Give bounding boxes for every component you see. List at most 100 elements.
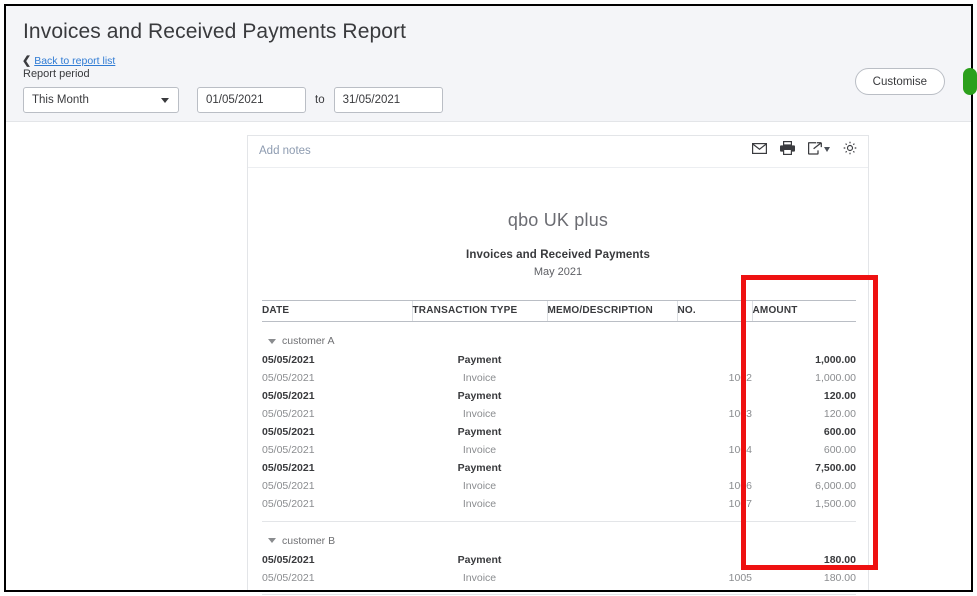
- cell-date: 05/05/2021: [262, 426, 315, 438]
- table-row[interactable]: 05/05/2021 Payment 1,000.00: [262, 351, 856, 369]
- cell-date: 05/05/2021: [262, 408, 315, 420]
- cell-date: 05/05/2021: [262, 390, 315, 402]
- date-range-to-label: to: [315, 94, 325, 106]
- cell-transaction-type: Invoice: [462, 498, 497, 510]
- customer-group-label: customer B: [282, 534, 336, 547]
- cell-memo-description: [547, 423, 677, 441]
- table-row[interactable]: 05/05/2021 Payment 120.00: [262, 387, 856, 405]
- cell-transaction-type: Payment: [457, 462, 502, 474]
- cell-transaction-type: Payment: [457, 390, 502, 402]
- cell-transaction-type: Payment: [457, 553, 502, 566]
- cell-memo-description: [547, 387, 677, 405]
- column-header-date[interactable]: DATE: [262, 300, 412, 322]
- cell-amount: 180.00: [823, 553, 856, 566]
- cell-no: [677, 459, 752, 477]
- cell-memo-description: [547, 441, 677, 459]
- group-separator-cell: [262, 586, 856, 595]
- cell-amount: 120.00: [823, 390, 856, 402]
- customer-group-label: customer A: [282, 335, 335, 347]
- cell-transaction-type: Invoice: [462, 480, 497, 492]
- column-header-memo-description[interactable]: MEMO/DESCRIPTION: [546, 300, 677, 322]
- cell-amount: 180.00: [823, 571, 856, 584]
- run-report-button-edge[interactable]: [963, 68, 977, 95]
- cell-transaction-type: Invoice: [462, 408, 497, 420]
- customer-group-row[interactable]: customer A: [262, 322, 856, 352]
- customer-group-cell: customer A: [262, 322, 856, 352]
- cell-no: 1003: [728, 408, 752, 420]
- report-table-body: customer A 05/05/2021 Payment 1,000.00 05/05…: [262, 322, 856, 595]
- report-date-range: May 2021: [533, 266, 583, 278]
- column-header-no[interactable]: NO.: [676, 300, 752, 322]
- cell-memo-description: [547, 351, 677, 369]
- add-notes-link[interactable]: Add notes: [259, 145, 311, 157]
- cell-no: 1002: [728, 372, 752, 384]
- cell-amount: 6,000.00: [815, 480, 856, 492]
- report-period-label: Report period: [23, 68, 90, 80]
- customer-group-cell: customer B: [262, 521, 856, 551]
- cell-date: 05/05/2021: [262, 354, 315, 366]
- page-title: Invoices and Received Payments Report: [23, 20, 407, 43]
- print-icon[interactable]: [780, 141, 795, 155]
- cell-memo-description: [547, 569, 677, 587]
- group-separator: [262, 586, 856, 595]
- back-to-report-list-label[interactable]: Back to report list: [34, 55, 115, 67]
- cell-date: 05/05/2021: [262, 444, 315, 456]
- table-row[interactable]: 05/05/2021 Invoice 1005 180.00: [262, 569, 856, 587]
- report-table-head: DATE TRANSACTION TYPE MEMO/DESCRIPTION N…: [262, 300, 856, 322]
- report-period-select[interactable]: This Month: [23, 87, 179, 113]
- triangle-down-icon[interactable]: [268, 338, 276, 344]
- report-card: Add notes qbo UK plus Invoices and Recei…: [247, 135, 869, 595]
- report-action-icons: [752, 141, 857, 155]
- cell-amount: 1,500.00: [815, 498, 856, 510]
- cell-amount: 600.00: [823, 426, 856, 438]
- cell-amount: 1,000.00: [815, 354, 856, 366]
- export-icon[interactable]: [808, 141, 830, 155]
- table-row[interactable]: 05/05/2021 Invoice 1004 600.00: [262, 441, 856, 459]
- cell-no: 1004: [728, 444, 752, 456]
- date-to-input[interactable]: [342, 94, 434, 106]
- table-row[interactable]: 05/05/2021 Invoice 1006 6,000.00: [262, 477, 856, 495]
- table-row[interactable]: 05/05/2021 Payment 180.00: [262, 551, 856, 569]
- table-row[interactable]: 05/05/2021 Invoice 1003 120.00: [262, 405, 856, 423]
- date-from-input[interactable]: [206, 94, 297, 106]
- cell-memo-description: [547, 405, 677, 423]
- gear-icon[interactable]: [843, 141, 857, 155]
- table-row[interactable]: 05/05/2021 Payment 600.00: [262, 423, 856, 441]
- date-from-field[interactable]: [197, 87, 306, 113]
- cell-date: 05/05/2021: [262, 372, 315, 384]
- table-row[interactable]: 05/05/2021 Invoice 1002 1,000.00: [262, 369, 856, 387]
- cell-no: [677, 387, 752, 405]
- cell-date: 05/05/2021: [262, 462, 315, 474]
- period-controls: This Month to: [23, 87, 443, 113]
- cell-date: 05/05/2021: [262, 480, 315, 492]
- report-card-toolbar: Add notes: [248, 136, 868, 168]
- cell-no: 1006: [728, 480, 752, 492]
- triangle-down-icon[interactable]: [268, 538, 276, 543]
- cell-memo-description: [547, 369, 677, 387]
- chevron-left-icon: ❮: [22, 54, 32, 67]
- cell-transaction-type: Payment: [457, 426, 502, 438]
- screenshot-root: Invoices and Received Payments Report ❮ …: [0, 0, 977, 596]
- column-header-transaction-type[interactable]: TRANSACTION TYPE: [411, 300, 547, 322]
- table-row[interactable]: 05/05/2021 Invoice 1007 1,500.00: [262, 495, 856, 513]
- chevron-down-icon: [824, 147, 830, 152]
- date-to-field[interactable]: [333, 87, 443, 113]
- cell-no: [677, 423, 752, 441]
- group-separator-cell: [262, 513, 856, 522]
- chevron-down-icon: [161, 98, 169, 103]
- customer-group-row[interactable]: customer B: [262, 521, 856, 551]
- cell-date: 05/05/2021: [262, 498, 315, 510]
- cell-date: 05/05/2021: [262, 553, 315, 566]
- customise-button[interactable]: Customise: [854, 68, 945, 95]
- back-to-report-list[interactable]: ❮ Back to report list: [22, 54, 115, 68]
- cell-amount: 600.00: [823, 444, 856, 456]
- cell-no: 1005: [728, 571, 752, 584]
- email-icon[interactable]: [752, 142, 767, 154]
- cell-transaction-type: Payment: [457, 354, 502, 366]
- cell-memo-description: [547, 495, 677, 513]
- table-row[interactable]: 05/05/2021 Payment 7,500.00: [262, 459, 856, 477]
- table-header-row: DATE TRANSACTION TYPE MEMO/DESCRIPTION N…: [262, 300, 856, 322]
- column-header-amount[interactable]: AMOUNT: [751, 300, 856, 322]
- cell-amount: 7,500.00: [815, 462, 856, 474]
- report-header-band: Invoices and Received Payments Report ❮ …: [6, 6, 977, 122]
